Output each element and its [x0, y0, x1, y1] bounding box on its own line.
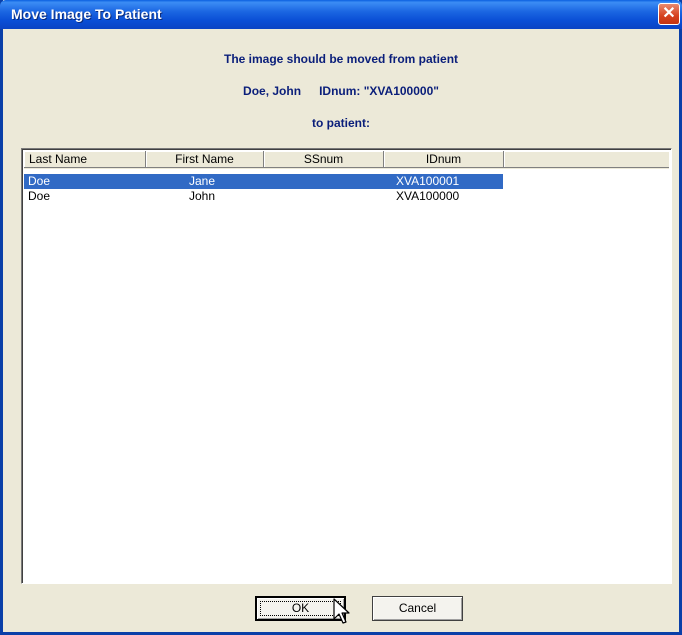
close-icon[interactable]: ✕	[658, 3, 680, 25]
column-header-first-name[interactable]: First Name	[146, 151, 264, 168]
column-header-last-name[interactable]: Last Name	[24, 151, 146, 168]
cell-idnum: XVA100001	[396, 174, 460, 188]
message-line-2: Doe, John IDnum: "XVA100000"	[3, 84, 679, 98]
window-title: Move Image To Patient	[11, 6, 162, 22]
cell-idnum: XVA100000	[396, 189, 460, 203]
cell-ssnum	[304, 174, 384, 189]
patient-list[interactable]: Last Name First Name SSnum IDnum Doe Jan…	[21, 148, 672, 584]
cell-first-name: John	[189, 189, 216, 203]
list-header: Last Name First Name SSnum IDnum	[24, 151, 669, 169]
cell-last-name: Doe	[28, 174, 51, 188]
cell-last-name: Doe	[28, 189, 51, 203]
column-header-idnum[interactable]: IDnum	[384, 151, 504, 168]
source-patient-name: Doe, John	[243, 84, 302, 98]
arrow-cursor-icon	[333, 598, 350, 624]
move-image-dialog: Move Image To Patient ✕ The image should…	[0, 0, 682, 635]
cancel-button[interactable]: Cancel	[372, 596, 463, 621]
message-line-1: The image should be moved from patient	[223, 52, 459, 66]
focus-ring	[260, 601, 341, 616]
column-header-ssnum[interactable]: SSnum	[264, 151, 384, 168]
message-line-3: to patient:	[312, 116, 370, 130]
source-patient-id: IDnum: "XVA100000"	[319, 84, 439, 98]
table-row[interactable]: Doe John XVA100000	[24, 189, 503, 204]
cell-first-name: Jane	[189, 174, 216, 188]
title-bar[interactable]: Move Image To Patient ✕	[0, 0, 682, 29]
cell-ssnum	[304, 189, 384, 204]
column-header-empty	[504, 151, 669, 168]
table-row[interactable]: Doe Jane XVA100001	[24, 174, 503, 189]
cancel-button-label: Cancel	[398, 601, 437, 615]
